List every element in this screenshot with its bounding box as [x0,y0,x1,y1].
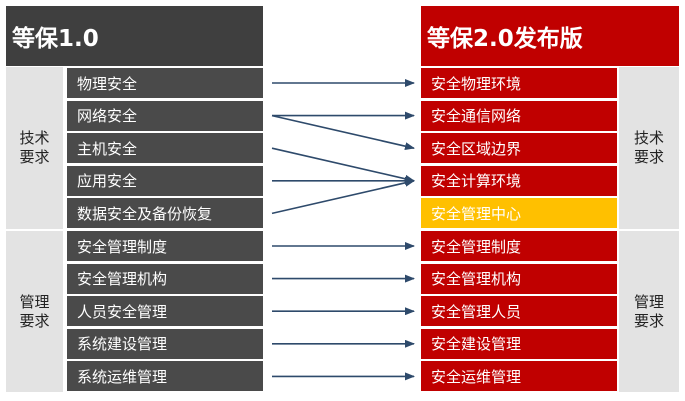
mapping-arrow [271,114,415,151]
mapping-arrows [271,79,415,381]
mapping-arrow [271,147,415,183]
mapping-arrow [271,178,415,215]
